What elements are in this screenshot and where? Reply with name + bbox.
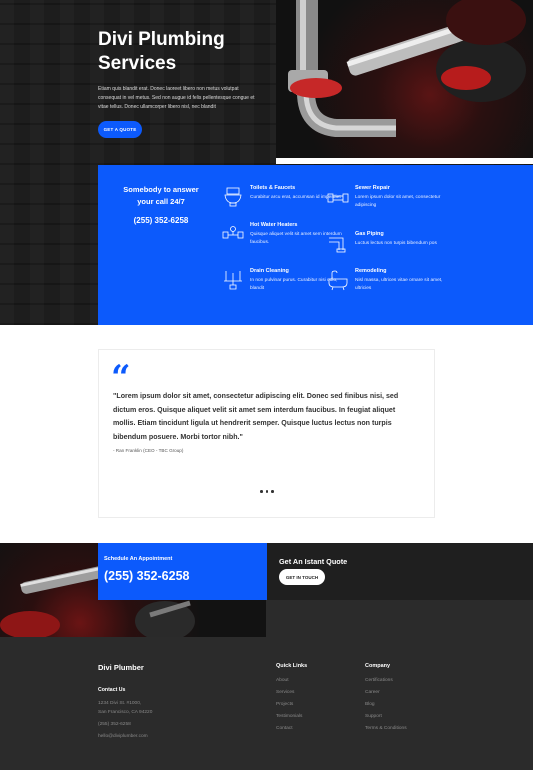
call-phone-number[interactable]: (255) 352-6258 (116, 216, 206, 225)
cta-section: Schedule An Appointment (255) 352-6258 G… (0, 543, 533, 637)
hero-description: Etiam quis blandit erat. Donec laoreet l… (98, 86, 255, 110)
testimonial-quote: "Lorem ipsum dolor sit amet, consectetur… (113, 392, 399, 441)
get-in-touch-button[interactable]: GET IN TOUCH (279, 569, 325, 585)
company-heading: Company (365, 663, 391, 669)
quick-links-heading: Quick Links (276, 663, 308, 669)
footer-brand: Divi Plumber (98, 663, 144, 672)
pipe-icon (327, 193, 349, 203)
slider-dots (260, 490, 274, 493)
footer-link-terms[interactable]: Terms & Conditions (365, 726, 407, 731)
service-text: Luctus lectus non turpis bibendum pos (355, 241, 437, 246)
slider-dot[interactable] (271, 490, 274, 493)
service-text: Nisl massa, ultrices vitae ornare sit am… (355, 278, 443, 291)
schedule-label: Schedule An Appointment (104, 556, 173, 562)
hero-plumber-photo (276, 0, 533, 158)
footer-link-services[interactable]: Services (276, 690, 294, 695)
footer: Divi Plumber Contact Us 1234 Divi St. #1… (0, 637, 533, 770)
call-heading-line2: your call 24/7 (137, 197, 185, 206)
hero-title: Divi Plumbing Services (98, 28, 268, 76)
footer-email[interactable]: hello@diviplumber.com (98, 734, 148, 739)
footer-link-certifications[interactable]: Certifications (365, 678, 393, 683)
gas-pipe-icon (329, 237, 346, 253)
service-text: Lorem ipsum dolor sit amet, consectetur … (355, 195, 441, 208)
footer-address-line1: 1234 Divi St. #1000, (98, 701, 142, 706)
footer-address-line2: San Francisco, CA 94220 (98, 710, 153, 715)
call-heading-line1: Somebody to answer (123, 185, 199, 194)
call-heading: Somebody to answer your call 24/7 (116, 184, 206, 208)
service-title: Hot Water Heaters (250, 222, 298, 228)
service-title: Gas Piping (355, 231, 384, 237)
cta-footer-extension (266, 600, 533, 637)
footer-link-projects[interactable]: Projects (276, 702, 293, 707)
schedule-phone[interactable]: (255) 352-6258 (104, 569, 189, 583)
service-remodeling[interactable]: Remodeling Nisl massa, ultrices vitae or… (328, 267, 455, 293)
hero-title-line2: Services (98, 53, 177, 74)
service-title: Sewer Repair (355, 185, 390, 191)
toilet-icon (224, 187, 242, 207)
service-sewer-repair[interactable]: Sewer Repair Lorem ipsum dolor sit amet,… (327, 184, 455, 210)
schedule-appointment-box: Schedule An Appointment (255) 352-6258 (98, 543, 267, 600)
slider-dot[interactable] (265, 490, 268, 493)
footer-link-testimonials[interactable]: Testimonials (276, 714, 302, 719)
testimonial-author: - Ran Franklin (CEO - TBC Group) (113, 448, 184, 453)
service-title: Remodeling (355, 268, 387, 274)
testimonial-card: “ "Lorem ipsum dolor sit amet, consectet… (98, 349, 435, 518)
water-heater-icon (222, 226, 244, 239)
hero-title-line1: Divi Plumbing (98, 29, 225, 50)
bathtub-icon (328, 270, 348, 291)
footer-link-support[interactable]: Support (365, 714, 382, 719)
footer-link-contact[interactable]: Contact (276, 726, 293, 731)
footer-phone[interactable]: (255) 352-6258 (98, 722, 131, 727)
footer-link-blog[interactable]: Blog (365, 702, 375, 707)
drain-icon (224, 271, 242, 290)
footer-link-about[interactable]: About (276, 678, 289, 683)
wrench-pipe-illustration (288, 0, 526, 137)
service-gas-piping[interactable]: Gas Piping Luctus lectus non turpis bibe… (329, 230, 455, 253)
footer-contact-heading: Contact Us (98, 687, 126, 693)
get-a-quote-button[interactable]: GET A QUOTE (98, 121, 142, 138)
services-panel: Somebody to answer your call 24/7 (255) … (98, 165, 533, 325)
footer-link-career[interactable]: Career (365, 690, 380, 695)
hero-photo-border (276, 158, 533, 164)
slider-dot[interactable] (260, 490, 263, 493)
quote-title: Get An Istant Quote (279, 557, 348, 566)
